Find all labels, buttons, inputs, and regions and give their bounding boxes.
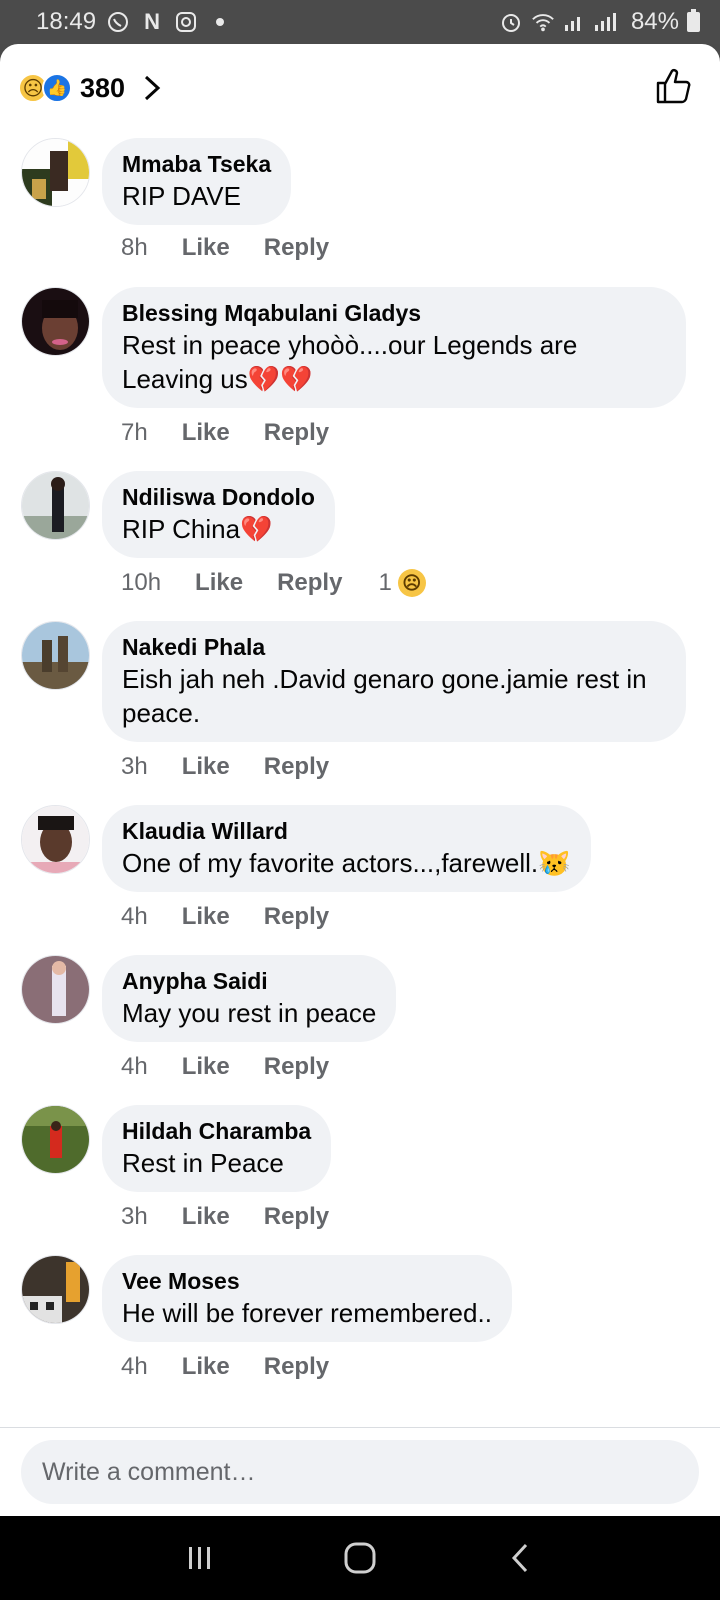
avatar[interactable]	[21, 287, 90, 356]
comment-text-line: RIP China💔	[122, 512, 315, 546]
avatar[interactable]	[21, 1255, 90, 1324]
commenter-name[interactable]: Ndiliswa Dondolo	[122, 482, 315, 512]
dot-icon	[208, 10, 232, 34]
battery-icon	[687, 9, 700, 32]
comment-actions: 4h Like Reply	[121, 1353, 329, 1381]
reactions-summary[interactable]: ☹ 👍 380	[18, 68, 161, 108]
like-button[interactable]: Like	[182, 1053, 230, 1081]
reply-button[interactable]: Reply	[277, 569, 342, 597]
comment-time: 10h	[121, 569, 162, 596]
reply-button[interactable]: Reply	[264, 1053, 329, 1081]
comment-bubble[interactable]: Anypha Saidi May you rest in peace	[102, 955, 397, 1042]
avatar[interactable]	[21, 805, 90, 874]
comment-text-line-1: Eish jah neh .David genaro gone.jamie re…	[122, 664, 647, 694]
system-nav-bar	[0, 1516, 720, 1600]
comment-text-line-2: Leaving us💔💔	[122, 362, 666, 396]
comment-actions: 4h Like Reply	[121, 903, 329, 931]
recent-apps-button[interactable]	[180, 1538, 220, 1578]
commenter-name[interactable]: Anypha Saidi	[122, 966, 376, 996]
broken-heart-icon: 💔	[240, 514, 273, 544]
comment-actions: 10h Like Reply 1 ☹	[121, 569, 426, 597]
comment-time: 7h	[121, 419, 148, 446]
comment-actions: 8h Like Reply	[121, 234, 329, 262]
avatar[interactable]	[21, 621, 90, 690]
comment-time: 3h	[121, 1203, 148, 1230]
comment-text-line: One of my favorite actors...,farewell.😿	[122, 846, 571, 880]
comment-actions: 4h Like Reply	[121, 1053, 329, 1081]
like-button[interactable]: Like	[182, 234, 230, 262]
commenter-name[interactable]: Nakedi Phala	[122, 632, 666, 662]
reply-button[interactable]: Reply	[264, 753, 329, 781]
comment-text-line-1: Rest in peace yhoòò....our Legends are	[122, 330, 578, 360]
comment-actions: 3h Like Reply	[121, 753, 329, 781]
comment-bubble[interactable]: Blessing Mqabulani Gladys Rest in peace …	[102, 287, 686, 408]
comment-actions: 3h Like Reply	[121, 1203, 329, 1231]
commenter-name[interactable]: Mmaba Tseka	[122, 149, 271, 179]
commenter-name[interactable]: Klaudia Willard	[122, 816, 571, 846]
comment-bubble[interactable]: Nakedi Phala Eish jah neh .David genaro …	[102, 621, 686, 742]
n-icon: N	[144, 9, 160, 34]
comment-time: 4h	[121, 1353, 148, 1380]
broken-heart-icon: 💔💔	[247, 364, 313, 394]
reaction-count: 380	[80, 72, 126, 103]
like-button[interactable]: Like	[182, 753, 230, 781]
status-bar: 18:49 N 84%	[0, 0, 720, 44]
comment-bubble[interactable]: Klaudia Willard One of my favorite actor…	[102, 805, 591, 892]
sad-reaction-icon: ☹	[397, 569, 426, 597]
comment-time: 3h	[121, 753, 148, 780]
comment-text: Rest in Peace	[122, 1148, 284, 1178]
comment-text: He will be forever remembered..	[122, 1298, 492, 1328]
comment-time: 4h	[121, 1053, 148, 1080]
comment-time: 8h	[121, 234, 148, 261]
commenter-name[interactable]: Vee Moses	[122, 1266, 492, 1296]
comment-text: Leaving us	[122, 364, 248, 394]
status-time: 18:49	[36, 8, 97, 35]
chevron-right-icon	[145, 75, 161, 101]
like-button[interactable]: Like	[195, 569, 243, 597]
comment-text: RIP DAVE	[122, 181, 241, 211]
back-button[interactable]	[500, 1538, 540, 1578]
comment-actions: 7h Like Reply	[121, 419, 329, 447]
avatar[interactable]	[21, 1105, 90, 1174]
avatar[interactable]	[21, 471, 90, 540]
comment-bubble[interactable]: Vee Moses He will be forever remembered.…	[102, 1255, 512, 1342]
crying-cat-emoji: 😿	[538, 848, 571, 878]
reply-button[interactable]: Reply	[264, 419, 329, 447]
like-outline-icon[interactable]	[654, 66, 694, 106]
comment-bubble[interactable]: Ndiliswa Dondolo RIP China💔	[102, 471, 335, 558]
like-button[interactable]: Like	[182, 1353, 230, 1381]
comment-bubble[interactable]: Hildah Charamba Rest in Peace	[102, 1105, 332, 1192]
wifi-icon	[531, 10, 555, 34]
reply-button[interactable]: Reply	[264, 903, 329, 931]
comments-sheet: ☹ 👍 380 Mmaba Tseka RIP DAVE 8h Like Rep…	[0, 44, 720, 1516]
avatar[interactable]	[21, 955, 90, 1024]
reply-button[interactable]: Reply	[264, 234, 329, 262]
alarm-icon	[499, 10, 523, 34]
comment-text: One of my favorite actors...,farewell.	[122, 848, 539, 878]
comment-time: 4h	[121, 903, 148, 930]
like-reaction-icon: 👍	[42, 73, 72, 103]
comment-reaction-count[interactable]: 1	[378, 569, 391, 597]
comment-input[interactable]: Write a comment…	[21, 1440, 699, 1504]
battery-level: 84%	[630, 8, 679, 35]
comment-text: RIP China	[122, 514, 241, 544]
home-button[interactable]	[340, 1538, 380, 1578]
like-button[interactable]: Like	[182, 419, 230, 447]
commenter-name[interactable]: Hildah Charamba	[122, 1116, 311, 1146]
reply-button[interactable]: Reply	[264, 1353, 329, 1381]
comment-bubble[interactable]: Mmaba Tseka RIP DAVE	[102, 138, 292, 225]
whatsapp-icon	[106, 10, 130, 34]
avatar[interactable]	[21, 138, 90, 207]
comment-text-line-2: peace.	[122, 698, 201, 728]
reply-button[interactable]: Reply	[264, 1203, 329, 1231]
like-button[interactable]: Like	[182, 903, 230, 931]
like-button[interactable]: Like	[182, 1203, 230, 1231]
instagram-icon	[174, 10, 198, 34]
signal-icon	[563, 10, 623, 34]
divider	[0, 1427, 720, 1428]
comment-text: May you rest in peace	[122, 998, 377, 1028]
commenter-name[interactable]: Blessing Mqabulani Gladys	[122, 298, 666, 328]
